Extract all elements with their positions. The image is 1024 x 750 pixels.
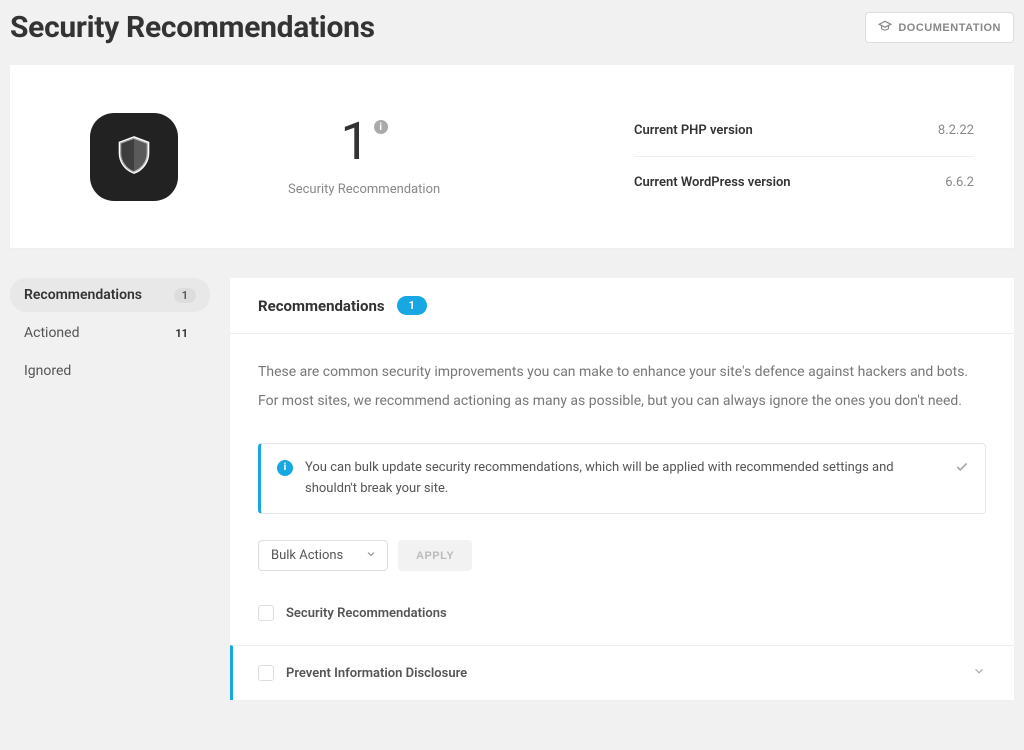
select-all-label: Security Recommendations bbox=[286, 606, 447, 621]
sidebar-item-count: 1 bbox=[174, 288, 196, 303]
recommendations-panel: Recommendations 1 These are common secur… bbox=[230, 278, 1014, 700]
documentation-button[interactable]: DOCUMENTATION bbox=[865, 12, 1014, 43]
sidebar-item-label: Recommendations bbox=[24, 287, 142, 303]
recommendation-item[interactable]: Prevent Information Disclosure bbox=[230, 645, 1014, 700]
summary-card: 1 i Security Recommendation Current PHP … bbox=[10, 65, 1014, 248]
php-version-value: 8.2.22 bbox=[938, 123, 974, 138]
wp-version-label: Current WordPress version bbox=[634, 175, 791, 190]
bulk-actions-row: Bulk Actions APPLY bbox=[258, 540, 986, 571]
info-icon[interactable]: i bbox=[374, 120, 388, 134]
php-version-row: Current PHP version 8.2.22 bbox=[634, 105, 974, 156]
sidebar-item-count: 11 bbox=[167, 326, 196, 341]
recommendation-checkbox[interactable] bbox=[258, 665, 274, 681]
bulk-actions-select[interactable]: Bulk Actions bbox=[258, 540, 388, 571]
shield-icon-box bbox=[90, 113, 178, 201]
panel-header: Recommendations 1 bbox=[230, 278, 1014, 334]
apply-button[interactable]: APPLY bbox=[398, 540, 472, 571]
select-all-checkbox[interactable] bbox=[258, 605, 274, 621]
php-version-label: Current PHP version bbox=[634, 123, 753, 138]
select-all-row: Security Recommendations bbox=[258, 595, 986, 645]
check-icon bbox=[955, 460, 969, 482]
version-block: Current PHP version 8.2.22 Current WordP… bbox=[634, 105, 974, 208]
wp-version-value: 6.6.2 bbox=[945, 175, 974, 190]
recommendation-count-label: Security Recommendation bbox=[288, 182, 440, 197]
sidebar: Recommendations 1 Actioned 11 Ignored bbox=[10, 278, 210, 700]
page-title: Security Recommendations bbox=[10, 10, 375, 45]
panel-title: Recommendations bbox=[258, 297, 385, 315]
bulk-actions-selected: Bulk Actions bbox=[271, 548, 343, 563]
recommendations-count-pill: 1 bbox=[397, 296, 427, 315]
sidebar-item-ignored[interactable]: Ignored bbox=[10, 354, 210, 388]
shield-icon bbox=[113, 134, 155, 180]
sidebar-item-recommendations[interactable]: Recommendations 1 bbox=[10, 278, 210, 312]
documentation-label: DOCUMENTATION bbox=[898, 22, 1001, 34]
panel-intro-text: These are common security improvements y… bbox=[258, 358, 986, 417]
wp-version-row: Current WordPress version 6.6.2 bbox=[634, 156, 974, 208]
bulk-update-notice: i You can bulk update security recommend… bbox=[258, 443, 986, 515]
sidebar-item-actioned[interactable]: Actioned 11 bbox=[10, 316, 210, 350]
recommendation-count-block: 1 i Security Recommendation bbox=[288, 116, 440, 197]
sidebar-item-label: Ignored bbox=[24, 363, 71, 379]
sidebar-item-label: Actioned bbox=[24, 325, 79, 341]
chevron-down-icon bbox=[972, 664, 986, 682]
graduation-cap-icon bbox=[878, 19, 892, 36]
recommendation-title: Prevent Information Disclosure bbox=[286, 666, 960, 681]
chevron-down-icon bbox=[365, 548, 377, 564]
info-icon: i bbox=[277, 460, 293, 476]
notice-text: You can bulk update security recommendat… bbox=[305, 458, 943, 500]
recommendation-count: 1 bbox=[340, 116, 369, 168]
